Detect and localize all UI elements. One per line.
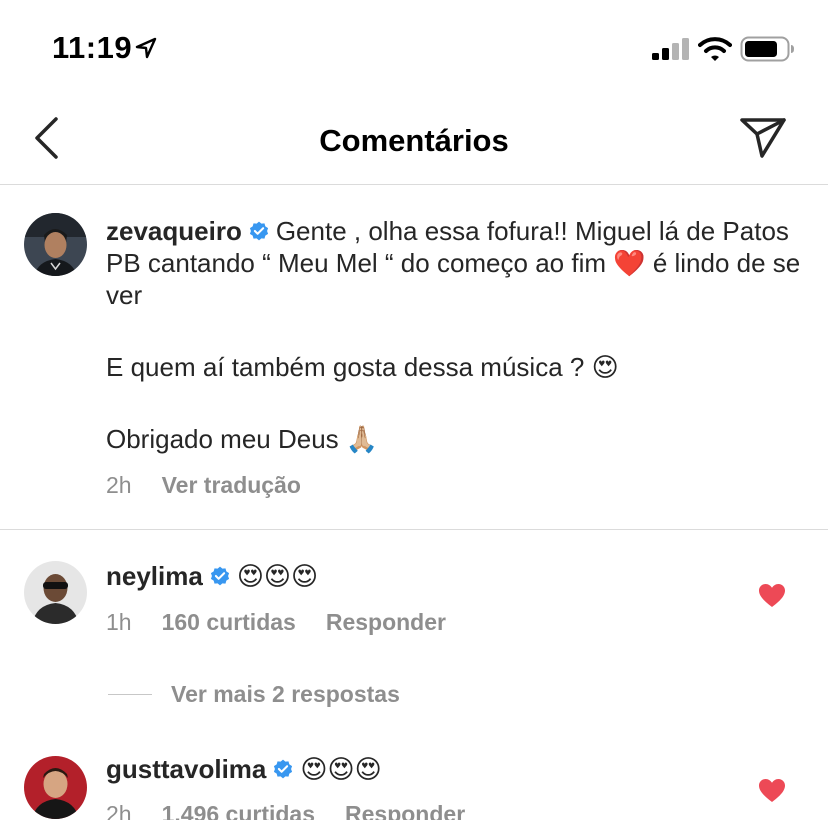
cellular-signal-icon	[652, 38, 689, 60]
divider	[108, 694, 152, 695]
comment-body: 😍😍😍	[236, 562, 319, 592]
comment-meta: 1h 160 curtidas Responder	[106, 609, 476, 636]
heart-liked-icon[interactable]	[759, 584, 785, 608]
verified-badge-icon	[274, 759, 293, 779]
comment-username[interactable]: gusttavolima	[106, 754, 266, 784]
verified-badge-icon	[210, 566, 229, 586]
comments-header: Comentários	[0, 96, 828, 185]
view-more-replies-label[interactable]: Ver mais 2 respostas	[171, 681, 400, 708]
translate-link[interactable]: Ver tradução	[162, 472, 301, 498]
comment-text: gusttavolima 😍😍😍	[106, 753, 382, 786]
status-bar: 11:19	[0, 0, 828, 96]
caption-line-3: Obrigado meu Deus 🙏🏼	[106, 424, 379, 454]
comment-body: 😍😍😍	[300, 755, 382, 785]
location-arrow-icon	[135, 37, 157, 59]
verified-badge-icon	[249, 221, 268, 241]
battery-icon	[740, 36, 794, 62]
reply-button[interactable]: Responder	[326, 609, 446, 635]
post-caption: zevaqueiro Gente , olha essa fofura!! Mig…	[0, 185, 828, 530]
comment-timestamp: 2h	[106, 801, 132, 820]
comment-username[interactable]: neylima	[106, 561, 203, 591]
caption-meta: 2h Ver tradução	[106, 472, 331, 499]
status-time: 11:19	[52, 30, 133, 65]
avatar[interactable]	[24, 756, 87, 819]
like-count[interactable]: 160 curtidas	[162, 609, 296, 635]
like-count[interactable]: 1.496 curtidas	[162, 801, 315, 820]
wifi-icon	[698, 37, 732, 61]
caption-line-2: E quem aí também gosta dessa música ? 😍	[106, 352, 619, 382]
comment-item: neylima 😍😍😍 1h 160 curtidas Responder	[0, 530, 828, 670]
reply-button[interactable]: Responder	[345, 801, 465, 820]
comment-text: neylima 😍😍😍	[106, 560, 318, 593]
avatar[interactable]	[24, 561, 87, 624]
caption-timestamp: 2h	[106, 472, 132, 498]
send-direct-icon[interactable]	[738, 116, 788, 160]
caption-username[interactable]: zevaqueiro	[106, 216, 242, 246]
page-title: Comentários	[319, 123, 509, 158]
comment-meta: 2h 1.496 curtidas Responder	[106, 801, 495, 820]
heart-liked-icon[interactable]	[759, 779, 785, 803]
avatar[interactable]	[24, 213, 87, 276]
comment-timestamp: 1h	[106, 609, 132, 635]
caption-text: zevaqueiro Gente , olha essa fofura!! Mig…	[106, 215, 806, 455]
comment-item: gusttavolima 😍😍😍 2h 1.496 curtidas Responde…	[0, 725, 828, 820]
